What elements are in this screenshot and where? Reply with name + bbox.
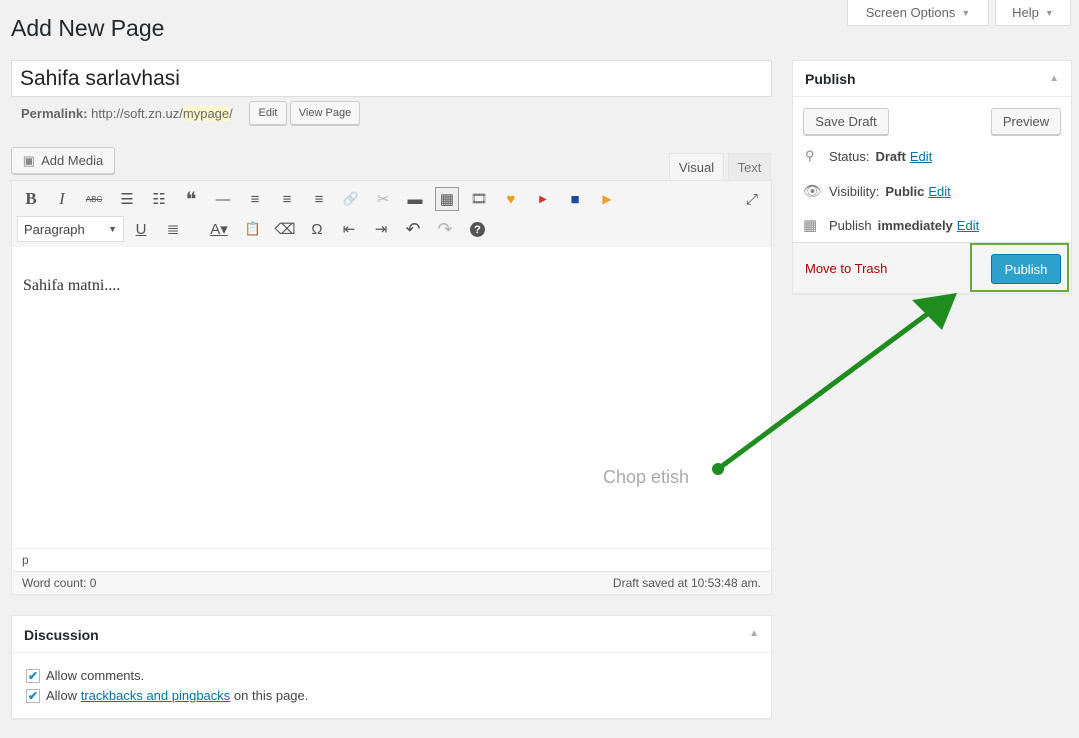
annotation-arrow <box>712 293 957 475</box>
annotation-text: Chop etish <box>603 467 690 487</box>
arrow-line <box>716 309 932 472</box>
arrow-dot <box>712 463 724 475</box>
arrow-head <box>912 293 957 330</box>
